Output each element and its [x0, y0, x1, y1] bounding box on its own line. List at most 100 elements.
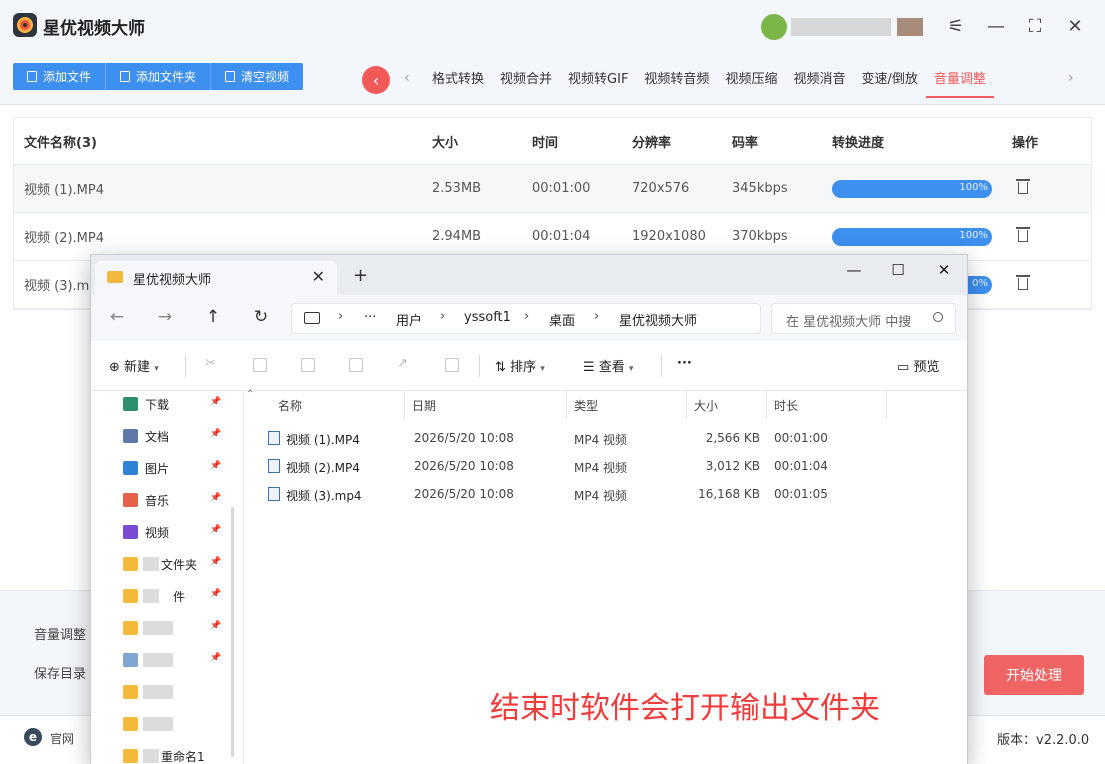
settings-icon[interactable]: ⚟	[944, 14, 968, 38]
file-row[interactable]: 视频 (3).mp4 2026/5/20 10:08 MP4 视频 16,168 KB…	[244, 482, 964, 508]
file-date: 2026/5/20 10:08	[414, 487, 514, 501]
minimize-icon[interactable]: —	[844, 261, 864, 279]
file-name: 视频 (1).MP4	[286, 433, 360, 447]
divider	[185, 355, 186, 377]
new-tab-icon[interactable]: +	[353, 265, 368, 286]
folder-icon	[107, 271, 123, 283]
sidebar-item[interactable]	[123, 715, 233, 735]
up-icon[interactable]: ↑	[203, 307, 223, 327]
breadcrumb-users[interactable]: 用户	[396, 310, 422, 329]
tab-1[interactable]: 视频合并	[492, 60, 560, 98]
sidebar-item[interactable]: 📌	[123, 619, 233, 639]
minimize-icon[interactable]: —	[984, 14, 1008, 38]
file-button-group: 添加文件 添加文件夹 清空视频	[13, 63, 304, 90]
music-icon	[123, 493, 138, 507]
sidebar-item[interactable]: 📌	[123, 651, 233, 671]
copy-icon[interactable]	[253, 358, 267, 372]
divider	[479, 355, 480, 377]
save-dir-label: 保存目录	[34, 667, 87, 682]
share-icon[interactable]: ↗	[397, 356, 408, 371]
tab-0[interactable]: 格式转换	[424, 60, 492, 98]
sort-button[interactable]: ⇅ 排序 ▾	[495, 356, 545, 375]
breadcrumb-desktop[interactable]: 桌面	[549, 310, 575, 329]
refresh-icon[interactable]: ↻	[251, 307, 271, 327]
sidebar-item[interactable]: 视频 📌	[123, 523, 233, 543]
video-file-icon	[268, 487, 280, 501]
sidebar-item[interactable]: 文件夹 📌	[123, 555, 233, 575]
delete-row-icon[interactable]	[1016, 274, 1030, 290]
table-header: 文件名称(3) 大小 时间 分辨率 码率 转换进度 操作	[14, 118, 1091, 165]
sidebar-item[interactable]: 重命名1	[123, 747, 233, 764]
tab-6[interactable]: 变速/倒放	[853, 60, 925, 98]
tab-4[interactable]: 视频压缩	[717, 60, 785, 98]
column-type[interactable]: 类型	[574, 397, 598, 414]
preview-button[interactable]: ▭ 预览	[897, 356, 939, 375]
search-box[interactable]: 在 星优视频大师 中搜	[771, 303, 956, 334]
file-row[interactable]: 视频 (1).MP4 2026/5/20 10:08 MP4 视频 2,566 KB 0…	[244, 426, 964, 452]
delete-row-icon[interactable]	[1016, 178, 1030, 194]
file-name: 视频 (2).MP4	[286, 461, 360, 475]
delete-icon[interactable]	[445, 358, 459, 372]
rename-icon[interactable]	[349, 358, 363, 372]
sidebar-item[interactable]: 图片 📌	[123, 459, 233, 479]
folder-icon	[123, 557, 138, 571]
file-duration: 00:01:05	[774, 487, 828, 501]
sidebar-item[interactable]: 下载 📌	[123, 395, 233, 415]
tab-scroll-left-icon[interactable]: ‹	[404, 70, 410, 86]
cell-bitrate: 370kbps	[732, 229, 788, 244]
table-row[interactable]: 视频 (1).MP4 2.53MB 00:01:00 720x576 345kbps 10…	[14, 165, 1091, 213]
sidebar-item[interactable]: 文档 📌	[123, 427, 233, 447]
picture-icon	[123, 461, 138, 475]
cell-size: 2.94MB	[432, 229, 482, 244]
tab-scroll-right-icon[interactable]: ›	[1068, 70, 1074, 86]
maximize-icon[interactable]: ☐	[888, 261, 908, 279]
delete-row-icon[interactable]	[1016, 226, 1030, 242]
tab-7[interactable]: 音量调整	[925, 60, 994, 98]
clear-videos-button[interactable]: 清空视频	[211, 63, 303, 90]
back-icon[interactable]: ←	[107, 307, 127, 327]
breadcrumb-user[interactable]: yssoft1	[464, 310, 511, 325]
new-button[interactable]: ⊕ 新建 ▾	[109, 356, 159, 375]
sidebar-item[interactable]: 件 📌	[123, 587, 233, 607]
sidebar-label: 件	[173, 590, 186, 604]
pin-icon: 📌	[210, 557, 222, 567]
tab-5[interactable]: 视频消音	[785, 60, 853, 98]
file-row[interactable]: 视频 (2).MP4 2026/5/20 10:08 MP4 视频 3,012 KB 0…	[244, 454, 964, 480]
forward-icon[interactable]: →	[155, 307, 175, 327]
cut-icon[interactable]: ✂	[205, 356, 216, 371]
column-size[interactable]: 大小	[694, 397, 718, 414]
divider	[661, 355, 662, 377]
close-icon[interactable]: ✕	[1063, 14, 1087, 38]
website-icon[interactable]: e	[24, 728, 42, 746]
sidebar-item[interactable]: 音乐 📌	[123, 491, 233, 511]
function-tabs: 格式转换 视频合并 视频转GIF 视频转音频 视频压缩 视频消音 变速/倒放 音量调整	[424, 60, 994, 98]
column-name[interactable]: 名称	[278, 397, 302, 414]
column-date[interactable]: 日期	[412, 397, 436, 414]
recycle-icon	[123, 653, 138, 667]
tab-2[interactable]: 视频转GIF	[560, 60, 636, 98]
breadcrumb-folder[interactable]: 星优视频大师	[619, 310, 697, 329]
more-options-button[interactable]: ···	[677, 356, 692, 371]
address-bar[interactable]: › ··· 用户 › yssoft1 › 桌面 › 星优视频大师	[291, 303, 761, 334]
more-breadcrumbs-icon[interactable]: ···	[364, 310, 376, 325]
start-process-button[interactable]: 开始处理	[984, 655, 1084, 695]
cell-name: 视频 (1).MP4	[24, 183, 105, 198]
pin-icon: 📌	[210, 493, 222, 503]
view-button[interactable]: ☰ 查看 ▾	[583, 356, 633, 375]
explorer-tab[interactable]: 星优视频大师 ✕	[95, 261, 337, 295]
website-link[interactable]: 官网	[50, 730, 74, 747]
tab-3[interactable]: 视频转音频	[636, 60, 717, 98]
maximize-icon[interactable]: ⛶	[1023, 14, 1047, 38]
add-file-button[interactable]: 添加文件	[13, 63, 107, 90]
close-icon[interactable]: ✕	[934, 261, 954, 279]
progress-percent: 100%	[959, 182, 988, 193]
user-account[interactable]	[761, 14, 926, 40]
explorer-file-list: ⌃ 名称 日期 类型 大小 时长 结束时软件会打开输出文件夹 视频 (1).MP…	[243, 389, 967, 764]
back-arrow-icon[interactable]: ‹	[362, 66, 390, 94]
add-folder-button[interactable]: 添加文件夹	[106, 63, 212, 90]
chevron-right-icon: ›	[594, 309, 600, 324]
paste-icon[interactable]	[301, 358, 315, 372]
column-duration[interactable]: 时长	[774, 397, 798, 414]
close-tab-icon[interactable]: ✕	[312, 267, 325, 286]
sidebar-item[interactable]	[123, 683, 233, 703]
